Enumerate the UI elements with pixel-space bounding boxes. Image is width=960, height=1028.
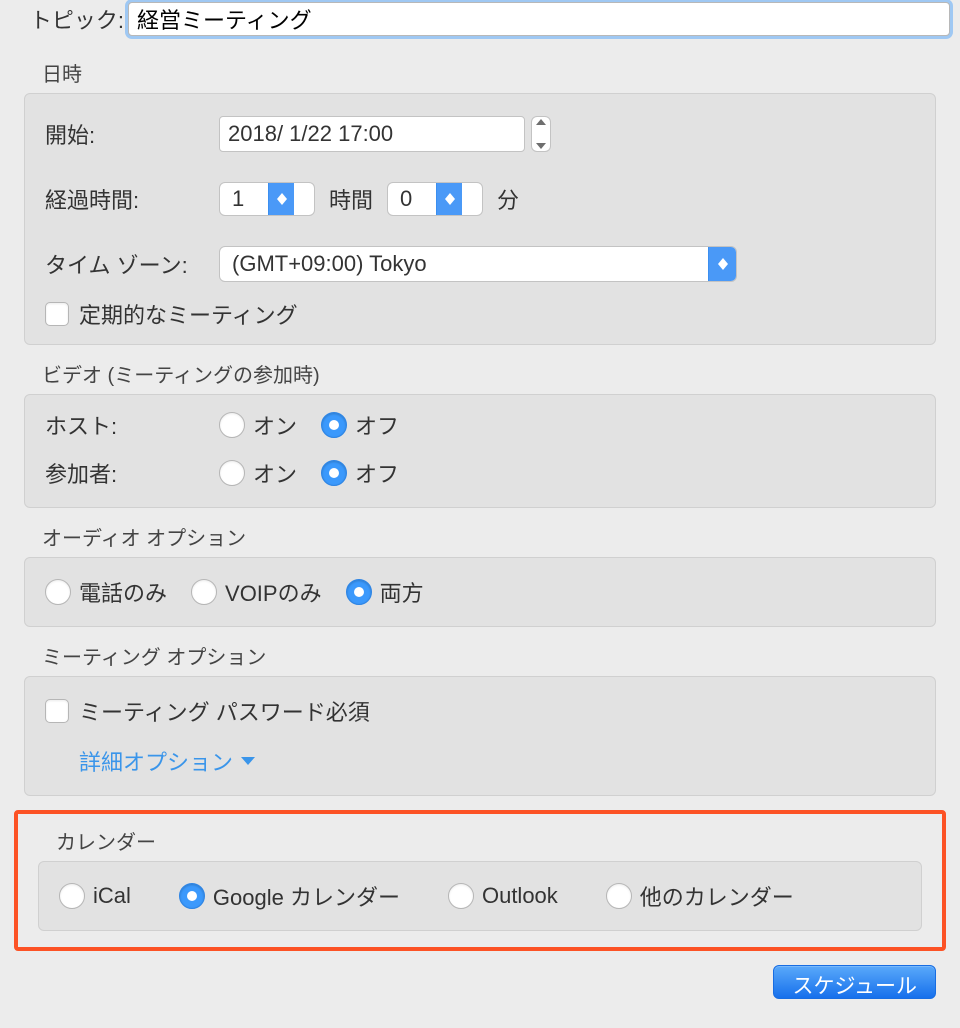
audio-both-label: 両方: [380, 576, 424, 608]
recurring-label: 定期的なミーティング: [79, 298, 298, 330]
duration-hours-arrows[interactable]: [268, 183, 294, 215]
chevron-down-icon: [277, 199, 287, 205]
chevron-down-icon: [241, 757, 255, 765]
section-title-video: ビデオ (ミーティングの参加時): [0, 345, 960, 394]
section-title-meeting-options: ミーティング オプション: [0, 627, 960, 676]
advanced-options-link[interactable]: 詳細オプション: [79, 745, 255, 777]
participant-on-radio[interactable]: [219, 460, 245, 486]
start-label: 開始:: [45, 118, 219, 150]
calendar-highlight: カレンダー iCal Google カレンダー Outlook 他のカレンダー: [14, 810, 946, 951]
schedule-button[interactable]: スケジュール: [773, 965, 936, 999]
participant-label: 参加者:: [45, 457, 219, 489]
password-required-label: ミーティング パスワード必須: [79, 695, 370, 727]
chevron-up-icon: [536, 119, 546, 125]
calendar-group: iCal Google カレンダー Outlook 他のカレンダー: [38, 861, 922, 931]
topic-label: トピック:: [24, 3, 124, 35]
section-title-calendar: カレンダー: [28, 824, 932, 861]
host-on-radio[interactable]: [219, 412, 245, 438]
timezone-arrows[interactable]: [708, 247, 736, 281]
meeting-options-group: ミーティング パスワード必須 詳細オプション: [24, 676, 936, 796]
duration-hours-value: 1: [220, 183, 268, 215]
participant-off-radio[interactable]: [321, 460, 347, 486]
audio-phone-radio[interactable]: [45, 579, 71, 605]
duration-minutes-value: 0: [388, 183, 436, 215]
calendar-ical-radio[interactable]: [59, 883, 85, 909]
duration-hours-select[interactable]: 1: [219, 182, 315, 216]
audio-voip-label: VOIPのみ: [225, 576, 322, 608]
start-datetime-input[interactable]: 2018/ 1/22 17:00: [219, 116, 525, 152]
minutes-unit-label: 分: [497, 183, 519, 215]
calendar-google-label: Google カレンダー: [213, 880, 400, 912]
calendar-outlook-radio[interactable]: [448, 883, 474, 909]
chevron-down-icon: [718, 264, 728, 270]
chevron-down-icon: [445, 199, 455, 205]
calendar-outlook-label: Outlook: [482, 883, 558, 909]
timezone-dropdown[interactable]: (GMT+09:00) Tokyo: [219, 246, 737, 282]
host-label: ホスト:: [45, 409, 219, 441]
hours-unit-label: 時間: [329, 183, 373, 215]
calendar-other-label: 他のカレンダー: [640, 880, 794, 912]
calendar-ical-label: iCal: [93, 883, 131, 909]
host-off-radio[interactable]: [321, 412, 347, 438]
audio-voip-radio[interactable]: [191, 579, 217, 605]
section-title-audio: オーディオ オプション: [0, 508, 960, 557]
timezone-label: タイム ゾーン:: [45, 248, 219, 280]
recurring-checkbox[interactable]: [45, 302, 69, 326]
audio-both-radio[interactable]: [346, 579, 372, 605]
duration-label: 経過時間:: [45, 183, 219, 215]
timezone-value: (GMT+09:00) Tokyo: [220, 247, 708, 281]
topic-input[interactable]: [128, 2, 950, 36]
host-off-label: オフ: [355, 409, 399, 441]
participant-off-label: オフ: [355, 457, 399, 489]
audio-group: 電話のみ VOIPのみ 両方: [24, 557, 936, 627]
start-datetime-stepper[interactable]: [531, 116, 551, 152]
host-on-label: オン: [253, 409, 297, 441]
duration-minutes-arrows[interactable]: [436, 183, 462, 215]
chevron-down-icon: [536, 143, 546, 149]
calendar-other-radio[interactable]: [606, 883, 632, 909]
password-required-checkbox[interactable]: [45, 699, 69, 723]
participant-on-label: オン: [253, 457, 297, 489]
video-group: ホスト: オン オフ 参加者: オン オフ: [24, 394, 936, 508]
datetime-group: 開始: 2018/ 1/22 17:00 経過時間: 1 時間 0: [24, 93, 936, 345]
section-title-datetime: 日時: [0, 44, 960, 93]
advanced-options-label: 詳細オプション: [79, 745, 233, 777]
duration-minutes-select[interactable]: 0: [387, 182, 483, 216]
calendar-google-radio[interactable]: [179, 883, 205, 909]
audio-phone-label: 電話のみ: [79, 576, 167, 608]
